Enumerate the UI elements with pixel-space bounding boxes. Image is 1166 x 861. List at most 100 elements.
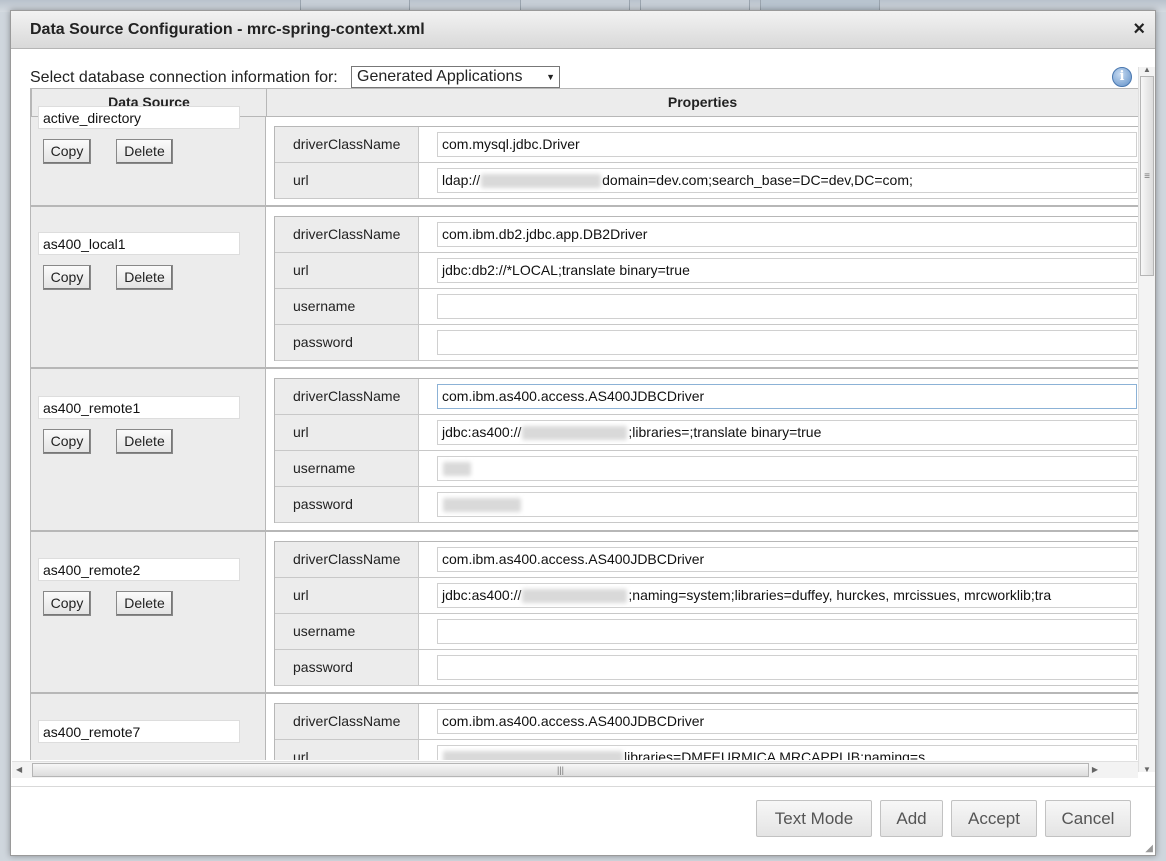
datasource-cell: as400_local1 Copy Delete [31, 207, 266, 367]
property-value-input[interactable]: jdbc:db2://*LOCAL;translate binary=true [437, 258, 1137, 283]
property-value-input[interactable]: com.mysql.jdbc.Driver [437, 132, 1137, 157]
datasource-table: Data Source Properties active_directory C… [30, 88, 1138, 760]
property-list: driverClassName com.ibm.as400.access.AS40… [274, 703, 1138, 760]
add-button[interactable]: Add [880, 800, 943, 837]
redacted-host [443, 751, 623, 760]
property-value-text: ldap:// [442, 172, 481, 188]
cancel-button[interactable]: Cancel [1045, 800, 1131, 837]
property-row: username [275, 614, 1138, 650]
property-value-input[interactable] [437, 294, 1137, 319]
datasource-row: active_directory Copy Delete driverClassNam… [31, 106, 1138, 207]
dialog-titlebar[interactable]: Data Source Configuration - mrc-spring-c… [11, 11, 1155, 49]
redacted-host [522, 426, 628, 441]
property-value-input[interactable]: jdbc:as400:// ;naming=system;libraries=du… [437, 583, 1137, 608]
vertical-scroll-thumb[interactable]: ≡ [1140, 76, 1154, 276]
datasource-row: as400_remote1 Copy Delete driverClassName co… [31, 369, 1138, 532]
copy-button[interactable]: Copy [43, 265, 91, 290]
property-row: url jdbc:as400:// ;naming=system;libraries… [275, 578, 1138, 614]
application-select-value: Generated Applications [357, 68, 523, 85]
datasource-row: as400_remote7 driverClassName com.ibm.as40… [31, 694, 1138, 760]
property-list: driverClassName com.ibm.as400.access.AS40… [274, 541, 1138, 686]
info-icon[interactable]: i [1112, 67, 1132, 87]
scroll-down-icon[interactable]: ▼ [1143, 765, 1151, 774]
property-value-text: libraries=DMFEURMICA MRCAPPLIB;naming=s [624, 749, 926, 760]
property-key: driverClassName [275, 542, 419, 577]
property-row: url jdbc:db2://*LOCAL;translate binary=t… [275, 253, 1138, 289]
datasource-row: as400_local1 Copy Delete driverClassName com… [31, 207, 1138, 369]
copy-button[interactable]: Copy [43, 139, 91, 164]
copy-button[interactable]: Copy [43, 591, 91, 616]
property-row: driverClassName com.ibm.as400.access.AS40… [275, 542, 1138, 578]
property-value-input[interactable]: com.ibm.db2.jdbc.app.DB2Driver [437, 222, 1137, 247]
datasource-name-input[interactable]: as400_remote1 [38, 396, 240, 419]
background-tab [520, 0, 630, 10]
property-key: url [275, 253, 419, 288]
accept-button[interactable]: Accept [951, 800, 1037, 837]
property-value-input[interactable] [437, 330, 1137, 355]
property-row: password [275, 487, 1138, 523]
property-value-text: domain=dev.com;search_base=DC=dev,DC=com… [602, 172, 913, 188]
property-value-input[interactable] [437, 492, 1137, 517]
connection-selector-row: Select database connection information f… [30, 58, 1132, 88]
datasource-cell: as400_remote1 Copy Delete [31, 369, 266, 530]
scroll-up-icon[interactable]: ▲ [1143, 65, 1151, 74]
property-value-text: ;libraries=;translate binary=true [628, 424, 822, 440]
property-list: driverClassName com.ibm.db2.jdbc.app.DB2D… [274, 216, 1138, 361]
application-select[interactable]: Generated Applications ▼ [351, 66, 560, 88]
property-value-text: com.mysql.jdbc.Driver [442, 136, 580, 152]
datasource-name-input[interactable]: as400_remote2 [38, 558, 240, 581]
property-value-text: jdbc:as400:// [442, 424, 522, 440]
property-key: driverClassName [275, 379, 419, 414]
background-tab [760, 0, 880, 10]
property-row: driverClassName com.ibm.as400.access.AS40… [275, 704, 1138, 740]
delete-button[interactable]: Delete [116, 139, 173, 164]
scroll-left-icon[interactable]: ◀ [16, 765, 22, 774]
property-list: driverClassName com.ibm.as400.access.AS40… [274, 378, 1138, 523]
datasource-name-input[interactable]: active_directory [38, 106, 240, 129]
text-mode-button[interactable]: Text Mode [756, 800, 872, 837]
property-key: password [275, 487, 419, 522]
property-value-input[interactable] [437, 456, 1137, 481]
property-value-input[interactable]: jdbc:as400:// ;libraries=;translate binar… [437, 420, 1137, 445]
property-value-input[interactable]: libraries=DMFEURMICA MRCAPPLIB;naming=s [437, 745, 1137, 760]
property-value-input[interactable] [437, 655, 1137, 680]
resize-grip-icon[interactable]: ◢ [1145, 843, 1153, 854]
datasource-name-input[interactable]: as400_remote7 [38, 720, 240, 743]
horizontal-scroll-thumb[interactable]: ||| [32, 763, 1089, 777]
close-icon[interactable]: × [1133, 19, 1145, 39]
delete-button[interactable]: Delete [116, 429, 173, 454]
property-key: url [275, 163, 419, 198]
property-row: password [275, 325, 1138, 361]
horizontal-scrollbar[interactable]: ◀ ||| ▶ [12, 761, 1138, 778]
property-key: username [275, 451, 419, 486]
property-key: url [275, 415, 419, 450]
property-row: username [275, 289, 1138, 325]
property-value-input[interactable] [437, 619, 1137, 644]
redacted-value [443, 498, 521, 513]
dialog-title: Data Source Configuration - mrc-spring-c… [30, 21, 425, 38]
property-value-text: com.ibm.as400.access.AS400JDBCDriver [442, 388, 705, 404]
property-value-input[interactable]: com.ibm.as400.access.AS400JDBCDriver [437, 709, 1137, 734]
vertical-scrollbar[interactable]: ▲ ≡ ▼ [1138, 65, 1155, 774]
property-key: username [275, 614, 419, 649]
datasource-name-input[interactable]: as400_local1 [38, 232, 240, 255]
scroll-right-icon[interactable]: ▶ [1092, 765, 1098, 774]
property-row: driverClassName com.mysql.jdbc.Driver [275, 127, 1138, 163]
property-row: url jdbc:as400:// ;libraries=;translate bi… [275, 415, 1138, 451]
property-value-input[interactable]: ldap:// domain=dev.com;search_base=DC=dev… [437, 168, 1137, 193]
property-value-text: jdbc:db2://*LOCAL;translate binary=true [442, 262, 690, 278]
property-value-input[interactable]: com.ibm.as400.access.AS400JDBCDriver [437, 384, 1137, 409]
property-key: password [275, 650, 419, 685]
delete-button[interactable]: Delete [116, 591, 173, 616]
property-row: username [275, 451, 1138, 487]
delete-button[interactable]: Delete [116, 265, 173, 290]
datasource-row: as400_remote2 Copy Delete driverClassName co… [31, 532, 1138, 694]
copy-button[interactable]: Copy [43, 429, 91, 454]
property-value-text: com.ibm.as400.access.AS400JDBCDriver [442, 713, 705, 729]
dialog-footer: Text Mode Add Accept Cancel ◢ [11, 786, 1155, 856]
redacted-host [481, 174, 602, 189]
property-key: password [275, 325, 419, 360]
redacted-host [522, 589, 628, 604]
datasource-cell: active_directory Copy Delete [31, 106, 266, 205]
property-value-input[interactable]: com.ibm.as400.access.AS400JDBCDriver [437, 547, 1137, 572]
